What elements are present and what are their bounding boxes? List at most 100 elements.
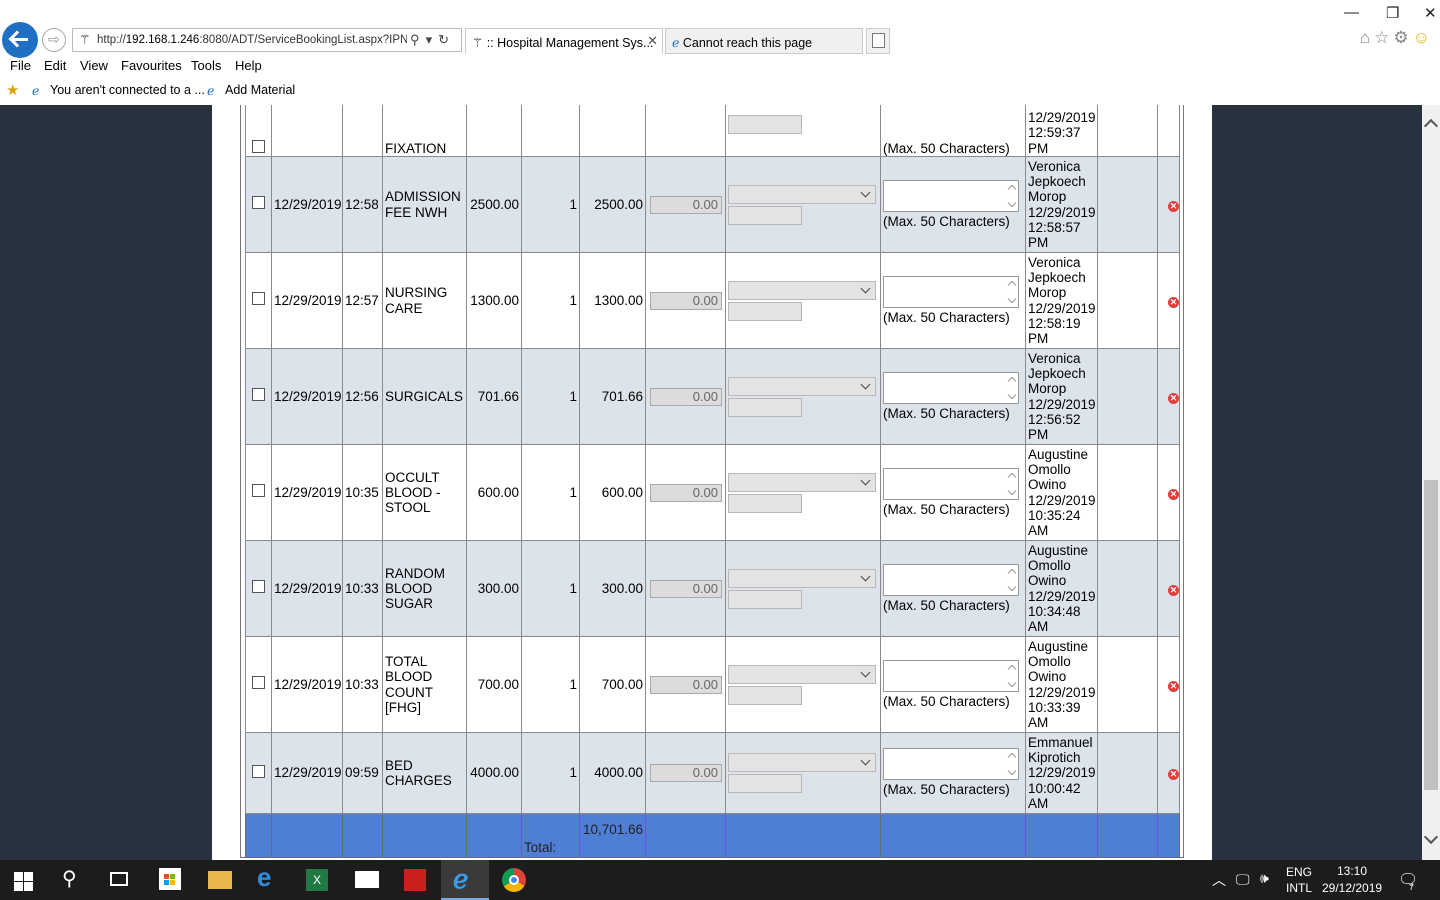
show-hidden-icons-icon[interactable]: ︿ <box>1212 870 1226 890</box>
row-checkbox[interactable] <box>252 484 265 498</box>
row-checkbox[interactable] <box>252 764 265 778</box>
remarks-textarea[interactable] <box>883 179 1019 212</box>
reason-extra-field[interactable] <box>728 301 802 321</box>
reason-dropdown[interactable] <box>728 568 876 588</box>
row-checkbox[interactable] <box>252 580 265 594</box>
remarks-textarea[interactable] <box>883 659 1019 692</box>
row-checkbox[interactable] <box>252 196 265 210</box>
chrome-icon[interactable] <box>502 868 526 892</box>
address-bar[interactable]: ⚚ http://192.168.1.246:8080/ADT/ServiceB… <box>72 28 462 52</box>
reason-extra-field[interactable] <box>728 493 802 513</box>
favourite-link-not-connected[interactable]: You aren't connected to a ... <box>50 83 205 97</box>
reason-dropdown[interactable] <box>728 376 876 396</box>
edge-icon[interactable]: e <box>257 862 281 892</box>
notification-count: 7 <box>1409 882 1415 892</box>
internet-explorer-taskbar-button[interactable]: ℯ <box>441 860 489 900</box>
favourites-star-icon[interactable]: ★ <box>6 81 19 99</box>
reason-extra-field[interactable] <box>728 589 802 609</box>
remarks-cell: (Max. 50 Characters) <box>880 348 1026 445</box>
scroll-down-icon[interactable] <box>1423 829 1439 845</box>
menu-favourites[interactable]: Favourites <box>121 58 182 73</box>
delete-row-icon[interactable]: ✕ <box>1168 392 1179 404</box>
back-button[interactable] <box>2 22 38 58</box>
reason-extra-field[interactable] <box>728 205 802 225</box>
acrobat-reader-icon[interactable] <box>404 869 426 891</box>
clock-time[interactable]: 13:10 <box>1337 864 1367 878</box>
input-layout[interactable]: INTL <box>1286 881 1312 895</box>
search-icon[interactable]: ⚲ <box>410 32 426 47</box>
dropdown-icon[interactable]: ▾ <box>426 32 439 47</box>
delete-row-icon[interactable]: ✕ <box>1168 680 1179 692</box>
row-checkbox[interactable] <box>252 676 265 690</box>
discount-input[interactable]: 0.00 <box>650 387 722 406</box>
reason-dropdown[interactable] <box>728 184 876 204</box>
forward-button[interactable]: ⇨ <box>42 28 66 52</box>
menu-help[interactable]: Help <box>235 58 262 73</box>
reason-dropdown[interactable] <box>728 753 876 772</box>
menu-view[interactable]: View <box>80 58 108 73</box>
reason-dropdown[interactable] <box>728 280 876 300</box>
delete-row-icon[interactable]: ✕ <box>1168 488 1179 500</box>
favourites-star-icon[interactable]: ☆ <box>1374 28 1393 47</box>
reason-extra-field[interactable] <box>728 115 802 134</box>
reason-dropdown[interactable] <box>728 664 876 684</box>
remarks-textarea[interactable] <box>883 563 1019 596</box>
discount-input[interactable]: 0.00 <box>650 764 722 782</box>
menu-file[interactable]: File <box>10 58 31 73</box>
remarks-textarea[interactable] <box>883 275 1019 308</box>
row-checkbox[interactable] <box>252 139 265 153</box>
network-icon[interactable]: 🖵 <box>1236 871 1250 888</box>
reason-extra-field[interactable] <box>728 685 802 705</box>
delete-row-icon[interactable]: ✕ <box>1168 296 1179 308</box>
service-rate: 300.00 <box>477 580 519 596</box>
service-amount: 300.00 <box>601 580 643 596</box>
row-checkbox[interactable] <box>252 292 265 306</box>
menu-edit[interactable]: Edit <box>44 58 66 73</box>
delete-row-icon[interactable]: ✕ <box>1168 769 1179 781</box>
remarks-textarea[interactable] <box>883 748 1019 781</box>
clock-date[interactable]: 29/12/2019 <box>1322 881 1382 895</box>
new-tab-button[interactable] <box>866 28 890 54</box>
close-tab-icon[interactable]: ✕ <box>647 33 658 49</box>
menu-tools[interactable]: Tools <box>191 58 221 73</box>
discount-input[interactable]: 0.00 <box>650 291 722 310</box>
discount-input[interactable]: 0.00 <box>650 675 722 694</box>
address-url[interactable]: http://192.168.1.246:8080/ADT/ServiceBoo… <box>97 34 407 46</box>
excel-icon[interactable]: X <box>306 869 328 891</box>
reason-extra-field[interactable] <box>728 397 802 417</box>
service-amount: 2500.00 <box>594 196 643 212</box>
store-icon[interactable] <box>159 868 181 890</box>
reason-dropdown[interactable] <box>728 472 876 492</box>
remarks-textarea[interactable] <box>883 467 1019 500</box>
favourite-link-add-material[interactable]: Add Material <box>225 83 295 97</box>
time-cell: 12:58 <box>342 156 383 253</box>
restore-icon[interactable]: ❐ <box>1386 4 1399 22</box>
home-icon[interactable]: ⌂ <box>1360 28 1374 47</box>
file-explorer-icon[interactable] <box>208 871 232 889</box>
mail-icon[interactable] <box>355 871 379 888</box>
settings-gear-icon[interactable]: ⚙ <box>1393 28 1412 47</box>
delete-row-icon[interactable]: ✕ <box>1168 200 1179 212</box>
input-language[interactable]: ENG <box>1286 865 1312 879</box>
minimize-icon[interactable]: — <box>1344 4 1359 21</box>
volume-icon[interactable]: 🕪 <box>1260 870 1269 887</box>
table-row: 12/29/2019 12:56 SURGICALS 701.66 1 701.66 0.0… <box>245 348 1180 445</box>
discount-input[interactable]: 0.00 <box>650 579 722 598</box>
row-checkbox[interactable] <box>252 388 265 402</box>
tab-cannot-reach[interactable]: ℯ Cannot reach this page <box>665 28 863 54</box>
discount-input[interactable]: 0.00 <box>650 195 722 214</box>
reason-extra-field[interactable] <box>728 774 802 793</box>
scroll-thumb[interactable] <box>1424 480 1438 790</box>
remarks-textarea[interactable] <box>883 371 1019 404</box>
refresh-icon[interactable]: ↻ <box>438 32 455 47</box>
smiley-feedback-icon[interactable]: ☺ <box>1413 28 1434 47</box>
tab-hospital-management[interactable]: ⚚ :: Hospital Management Sys... ✕ <box>465 28 663 54</box>
close-window-icon[interactable]: ✕ <box>1424 4 1437 22</box>
scroll-up-icon[interactable] <box>1423 118 1439 134</box>
delete-row-icon[interactable]: ✕ <box>1168 584 1179 596</box>
windows-start-icon[interactable] <box>14 872 34 892</box>
task-view-icon[interactable] <box>110 872 128 886</box>
search-icon[interactable]: ⚲ <box>62 866 86 890</box>
vertical-scrollbar[interactable] <box>1422 105 1440 860</box>
discount-input[interactable]: 0.00 <box>650 483 722 502</box>
